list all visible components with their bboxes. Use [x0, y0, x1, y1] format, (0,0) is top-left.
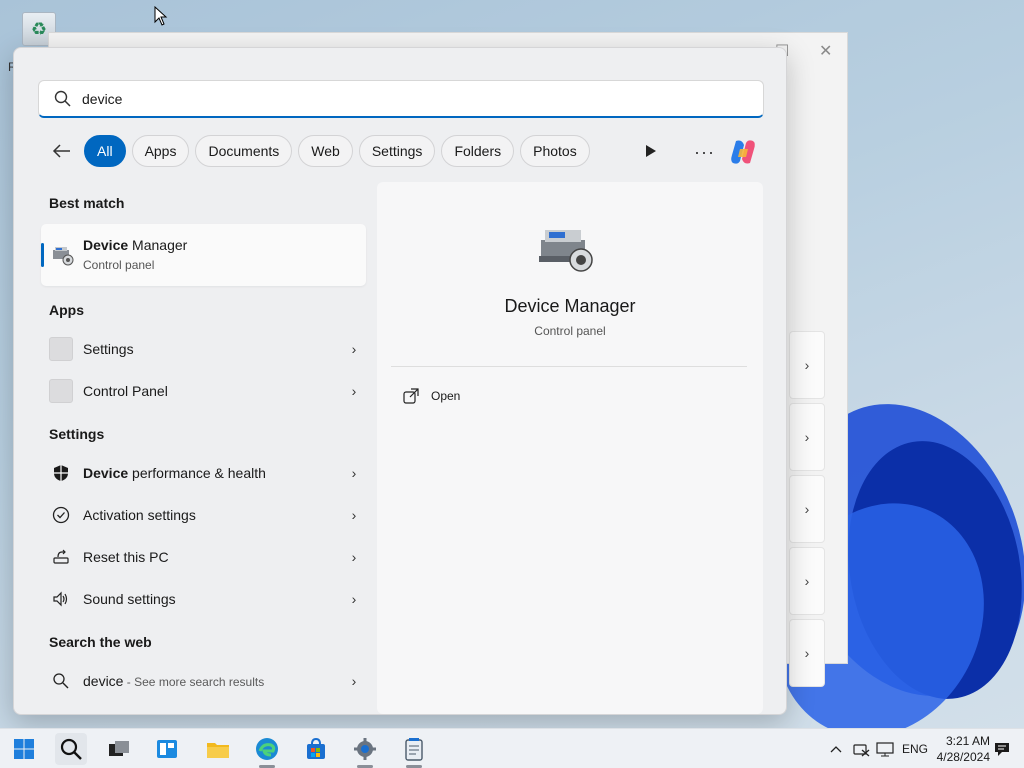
- result-label: Activation settings: [83, 507, 196, 523]
- result-detail-pane: Device Manager Control panel Open: [377, 182, 763, 714]
- search-web-heading: Search the web: [49, 634, 152, 650]
- network-status-icon[interactable]: [852, 729, 870, 768]
- scroll-filters-play-icon[interactable]: [644, 144, 658, 158]
- start-windows-icon[interactable]: [8, 733, 40, 765]
- result-label: Control Panel: [83, 383, 168, 399]
- bg-chevron-right-icon[interactable]: ›: [789, 475, 825, 543]
- search-panel: All Apps Documents Web Settings Folders …: [13, 47, 787, 715]
- result-label: Settings: [83, 341, 134, 357]
- clock-date: 4/28/2024: [936, 750, 990, 764]
- result-label: device - See more search results: [83, 673, 265, 689]
- task-view-icon[interactable]: [103, 733, 135, 765]
- show-hidden-icons-chevron-icon[interactable]: [830, 729, 842, 768]
- result-label: Sound settings: [83, 591, 176, 607]
- filter-chip-photos[interactable]: Photos: [520, 135, 590, 167]
- apps-heading: Apps: [49, 302, 84, 318]
- app-result-settings[interactable]: Settings ›: [49, 331, 361, 367]
- settings-result-reset-pc[interactable]: Reset this PC ›: [49, 539, 361, 575]
- clock-time: 3:21 AM: [945, 734, 990, 748]
- best-match-title: Device Manager: [83, 237, 188, 253]
- chevron-right-icon: ›: [351, 465, 357, 481]
- best-match-subtitle: Control panel: [83, 258, 155, 272]
- chevron-right-icon: ›: [351, 507, 357, 523]
- bg-chevron-right-icon[interactable]: ›: [789, 547, 825, 615]
- open-label: Open: [431, 389, 461, 403]
- web-search-result[interactable]: device - See more search results ›: [49, 663, 361, 699]
- mouse-cursor-icon: [154, 6, 168, 26]
- more-options-icon[interactable]: ···: [694, 142, 715, 163]
- search-input[interactable]: [82, 90, 682, 107]
- speaker-icon: [49, 587, 73, 611]
- result-label: Reset this PC: [83, 549, 169, 565]
- bg-chevron-right-icon[interactable]: ›: [789, 331, 825, 399]
- filter-chip-all[interactable]: All: [84, 135, 126, 167]
- bg-chevron-right-icon[interactable]: ›: [789, 619, 825, 687]
- chevron-right-icon: ›: [351, 673, 357, 689]
- edge-browser-icon[interactable]: [251, 733, 283, 768]
- settings-result-sound[interactable]: Sound settings ›: [49, 581, 361, 617]
- shield-icon: [49, 461, 73, 485]
- display-icon[interactable]: [876, 729, 894, 768]
- filter-bar: All Apps Documents Web Settings Folders …: [50, 134, 596, 168]
- search-box[interactable]: [38, 80, 764, 118]
- widgets-icon[interactable]: [151, 733, 183, 765]
- chevron-right-icon: ›: [351, 341, 357, 357]
- filter-chip-documents[interactable]: Documents: [195, 135, 293, 167]
- search-icon: [49, 669, 73, 693]
- control-panel-app-icon: [49, 379, 73, 403]
- device-manager-icon: [53, 247, 74, 266]
- settings-result-device-performance[interactable]: Device performance & health ›: [49, 455, 361, 491]
- taskbar: ENG 3:21 AM 4/28/2024: [0, 728, 1024, 768]
- detail-title: Device Manager: [504, 296, 636, 316]
- settings-heading: Settings: [49, 426, 105, 442]
- device-manager-icon: [539, 230, 593, 272]
- reset-pc-icon: [49, 545, 73, 569]
- filter-chip-web[interactable]: Web: [298, 135, 353, 167]
- app-result-control-panel[interactable]: Control Panel ›: [49, 373, 361, 409]
- chevron-right-icon: ›: [351, 549, 357, 565]
- settings-gear-icon[interactable]: [349, 733, 381, 768]
- taskbar-search-icon[interactable]: [55, 733, 87, 765]
- notepad-icon[interactable]: [398, 733, 430, 768]
- filter-chip-folders[interactable]: Folders: [441, 135, 515, 167]
- open-action[interactable]: Open: [403, 388, 460, 404]
- open-external-icon: [403, 388, 419, 404]
- selection-indicator: [41, 243, 44, 267]
- result-label: Device performance & health: [83, 465, 266, 481]
- best-match-heading: Best match: [49, 195, 125, 211]
- chevron-right-icon: ›: [351, 591, 357, 607]
- best-match-result[interactable]: Device Manager Control panel: [41, 224, 366, 286]
- filter-chip-apps[interactable]: Apps: [131, 135, 190, 167]
- check-circle-icon: [49, 503, 73, 527]
- clock[interactable]: 3:21 AM 4/28/2024: [932, 733, 990, 765]
- bg-chevron-right-icon[interactable]: ›: [789, 403, 825, 471]
- settings-app-icon: [49, 337, 73, 361]
- notifications-icon[interactable]: [994, 729, 1010, 768]
- copilot-icon[interactable]: [728, 137, 758, 167]
- input-language[interactable]: ENG: [902, 729, 928, 768]
- microsoft-store-icon[interactable]: [300, 733, 332, 765]
- settings-result-activation[interactable]: Activation settings ›: [49, 497, 361, 533]
- close-icon[interactable]: ✕: [819, 41, 832, 61]
- file-explorer-icon[interactable]: [202, 733, 234, 765]
- filter-chip-settings[interactable]: Settings: [358, 135, 436, 167]
- search-icon: [54, 90, 72, 108]
- detail-subtitle: Control panel: [534, 324, 606, 338]
- back-arrow-icon[interactable]: [50, 139, 74, 163]
- chevron-right-icon: ›: [351, 383, 357, 399]
- divider: [391, 366, 747, 367]
